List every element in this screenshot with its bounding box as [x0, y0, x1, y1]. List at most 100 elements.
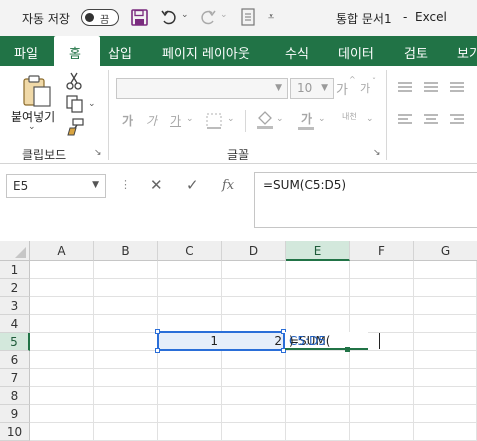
gridline	[221, 261, 222, 441]
fill-handle[interactable]	[345, 347, 350, 352]
redo-icon[interactable]	[199, 9, 219, 26]
undo-icon[interactable]	[160, 9, 180, 26]
more-icon[interactable]: ⋮	[120, 178, 131, 191]
chevron-down-icon: ▼	[92, 180, 99, 190]
row-header-9[interactable]: 9	[0, 405, 30, 423]
range-handle[interactable]	[155, 348, 160, 353]
cut-icon[interactable]	[66, 72, 82, 90]
shrink-font-arrow-icon: ˇ	[372, 77, 376, 86]
select-all-triangle-icon	[15, 247, 26, 258]
phonetic-button[interactable]: 내천	[342, 111, 357, 122]
spreadsheet-grid: A B C D E F G 1 2 3 4 5 6 7 8 9 10 1 2 =…	[0, 241, 477, 441]
font-color-bar	[298, 127, 314, 130]
grow-font-arrow-icon: ^	[349, 75, 356, 84]
name-box[interactable]: E5 ▼	[6, 174, 106, 198]
row-header-1[interactable]: 1	[0, 261, 30, 279]
group-separator	[386, 70, 387, 160]
formula-input[interactable]: =SUM(C5:D5)	[254, 172, 477, 228]
customize-toolbar-icon[interactable]: ⩡	[268, 10, 274, 24]
enter-icon[interactable]: ✓	[186, 176, 199, 194]
undo-dropdown-icon[interactable]: ⌄	[181, 10, 189, 20]
fill-color-dropdown-icon[interactable]: ⌄	[276, 114, 284, 124]
row-header-4[interactable]: 4	[0, 315, 30, 333]
underline-dropdown-icon[interactable]: ⌄	[186, 114, 194, 124]
font-color-dropdown-icon[interactable]: ⌄	[318, 114, 326, 124]
tab-page-layout[interactable]: 페이지 레이아웃	[162, 43, 250, 62]
autosave-state: 끔	[100, 15, 110, 26]
gridline	[30, 386, 477, 387]
divider	[245, 110, 246, 132]
tab-formulas[interactable]: 수식	[285, 43, 309, 62]
phonetic-dropdown-icon[interactable]: ⌄	[366, 114, 374, 124]
copy-icon[interactable]	[66, 95, 84, 113]
save-icon[interactable]	[131, 9, 148, 26]
insert-function-icon[interactable]: fx	[222, 178, 234, 193]
cell-c5[interactable]: 1	[160, 334, 218, 348]
column-header-a[interactable]: A	[30, 241, 94, 261]
column-header-f[interactable]: F	[350, 241, 414, 261]
title-separator: -	[403, 10, 408, 24]
borders-dropdown-icon[interactable]: ⌄	[227, 114, 235, 124]
row-header-3[interactable]: 3	[0, 297, 30, 315]
font-group-label: 글꼴	[227, 148, 250, 162]
app-name: Excel	[415, 10, 447, 24]
underline-button[interactable]: 가	[170, 112, 181, 129]
formula-suffix: )	[289, 334, 294, 348]
row-header-7[interactable]: 7	[0, 369, 30, 387]
paste-icon[interactable]	[22, 74, 52, 108]
alignment-buttons	[398, 82, 464, 124]
column-header-e[interactable]: E	[286, 241, 350, 261]
formula-buttons: ✕ ✓ fx	[138, 174, 252, 198]
cancel-icon[interactable]: ✕	[150, 176, 163, 194]
bold-button[interactable]: 가	[122, 112, 133, 129]
formula-text: =SUM(C5:D5)	[263, 178, 347, 192]
ribbon-tabs: 파일 홈 삽입 페이지 레이아웃 수식 데이터 검토 보기	[0, 36, 477, 66]
paste-dropdown-icon[interactable]: ⌄	[28, 122, 36, 132]
tab-review[interactable]: 검토	[404, 43, 428, 62]
autosave-label: 자동 저장	[22, 12, 70, 26]
column-header-c[interactable]: C	[158, 241, 222, 261]
borders-icon[interactable]	[205, 112, 227, 130]
redo-dropdown-icon[interactable]: ⌄	[220, 10, 228, 20]
form-icon[interactable]	[241, 8, 255, 26]
formula-reference: C5:D5	[289, 334, 326, 348]
grow-font-button[interactable]: 가	[336, 79, 348, 98]
row-header-6[interactable]: 6	[0, 351, 30, 369]
select-all-corner[interactable]	[0, 241, 30, 261]
format-painter-icon[interactable]	[66, 118, 84, 136]
toggle-knob	[85, 13, 94, 22]
gridline	[30, 296, 477, 297]
text-cursor	[379, 333, 380, 349]
tab-view[interactable]: 보기	[457, 43, 477, 62]
column-header-d[interactable]: D	[222, 241, 286, 261]
font-launcher-icon[interactable]: ↘	[373, 148, 381, 158]
row-header-10[interactable]: 10	[0, 423, 30, 441]
column-header-g[interactable]: G	[414, 241, 477, 261]
cell-d5[interactable]: 2	[224, 334, 282, 348]
formula-bar: E5 ▼ ⋮ ✕ ✓ fx =SUM(C5:D5)	[0, 164, 477, 244]
cell-e5-editor[interactable]: =SUM(C5:D5)	[285, 332, 368, 350]
gridline	[30, 404, 477, 405]
fill-color-icon[interactable]	[255, 110, 275, 130]
tab-home[interactable]: 홈	[54, 36, 100, 66]
tab-file[interactable]: 파일	[14, 43, 38, 62]
font-color-button[interactable]: 가	[301, 110, 312, 127]
gridline	[30, 368, 477, 369]
italic-button[interactable]: 가	[146, 112, 157, 129]
autosave-toggle[interactable]: 끔	[81, 9, 119, 26]
tab-insert[interactable]: 삽입	[108, 43, 132, 62]
tab-data[interactable]: 데이터	[338, 43, 374, 62]
shrink-font-button[interactable]: 가	[360, 80, 370, 96]
ribbon: 붙여넣기 ⌄ ⌄ 클립보드 ↘ ▼ 10 ▼ 가 ^ 가 ˇ 가 가 가 ⌄ ⌄	[0, 66, 477, 164]
row-header-2[interactable]: 2	[0, 279, 30, 297]
column-header-b[interactable]: B	[94, 241, 158, 261]
chevron-down-icon: ▼	[275, 83, 282, 93]
gridline	[30, 278, 477, 279]
clipboard-launcher-icon[interactable]: ↘	[94, 148, 102, 158]
font-name-combo[interactable]: ▼	[116, 78, 288, 99]
document-title: 통합 문서1	[336, 12, 392, 26]
row-header-5[interactable]: 5	[0, 333, 30, 351]
copy-dropdown-icon[interactable]: ⌄	[88, 99, 96, 109]
font-size-combo[interactable]: 10 ▼	[290, 78, 334, 99]
row-header-8[interactable]: 8	[0, 387, 30, 405]
